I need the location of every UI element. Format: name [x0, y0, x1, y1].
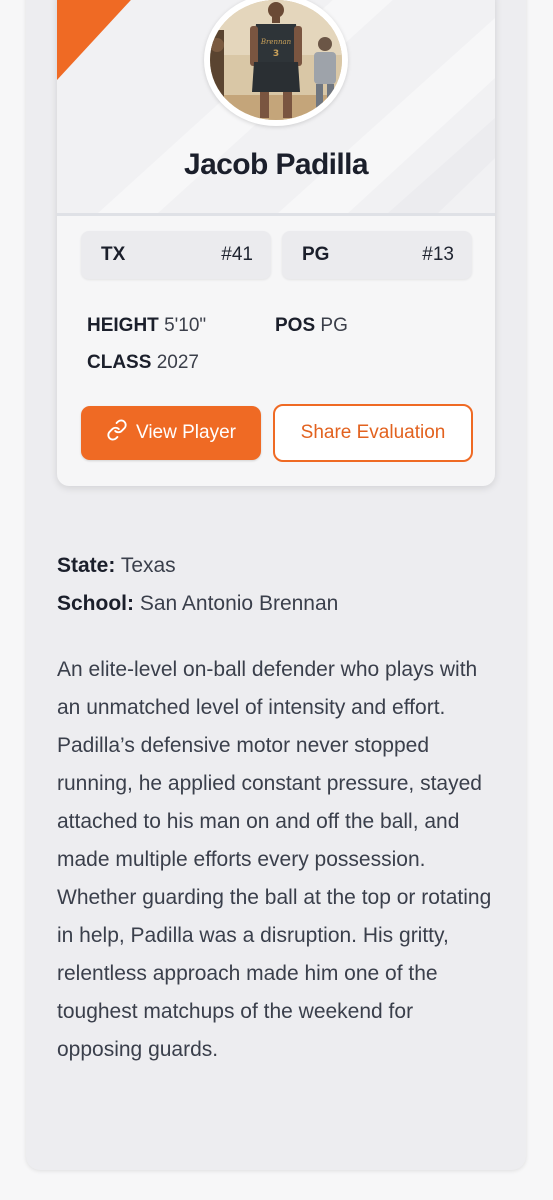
card-header: Brennan 3 Jacob Padilla — [57, 0, 495, 214]
pos-label: POS — [275, 315, 316, 336]
view-player-label: View Player — [136, 422, 236, 443]
position-rank: #13 — [422, 244, 454, 265]
height-value: 5'10" — [164, 315, 207, 336]
position-rank-badge: PG #13 — [282, 231, 472, 279]
svg-text:Brennan: Brennan — [260, 38, 292, 46]
state-detail-value: Texas — [120, 554, 176, 577]
link-icon — [106, 419, 128, 447]
class-label: CLASS — [87, 352, 152, 373]
evaluation-text: An elite-level on-ball defender who play… — [57, 658, 492, 1061]
state-detail: State: Texas — [57, 554, 176, 578]
pos-value: PG — [320, 315, 348, 336]
share-evaluation-label: Share Evaluation — [300, 422, 446, 443]
height-label: HEIGHT — [87, 315, 159, 336]
svg-text:3: 3 — [273, 49, 279, 59]
school-detail: School: San Antonio Brennan — [57, 592, 338, 616]
state-rank: #41 — [221, 244, 253, 265]
state-detail-label: State: — [57, 554, 116, 577]
player-card: Brennan 3 Jacob Padilla TX #41 PG #13 HE… — [57, 0, 495, 486]
school-detail-label: School: — [57, 592, 134, 615]
class-attribute: CLASS 2027 — [87, 352, 199, 374]
view-player-button[interactable]: View Player — [81, 406, 261, 460]
header-divider — [57, 213, 495, 216]
state-code: TX — [101, 244, 126, 265]
share-evaluation-button[interactable]: Share Evaluation — [273, 404, 473, 462]
height-attribute: HEIGHT 5'10" — [87, 315, 206, 337]
position-code: PG — [302, 244, 330, 265]
position-attribute: POS PG — [275, 315, 348, 337]
school-detail-value: San Antonio Brennan — [139, 592, 339, 615]
class-value: 2027 — [156, 352, 199, 373]
player-photo: Brennan 3 — [204, 0, 348, 126]
state-rank-badge: TX #41 — [81, 231, 271, 279]
player-name: Jacob Padilla — [184, 148, 369, 181]
